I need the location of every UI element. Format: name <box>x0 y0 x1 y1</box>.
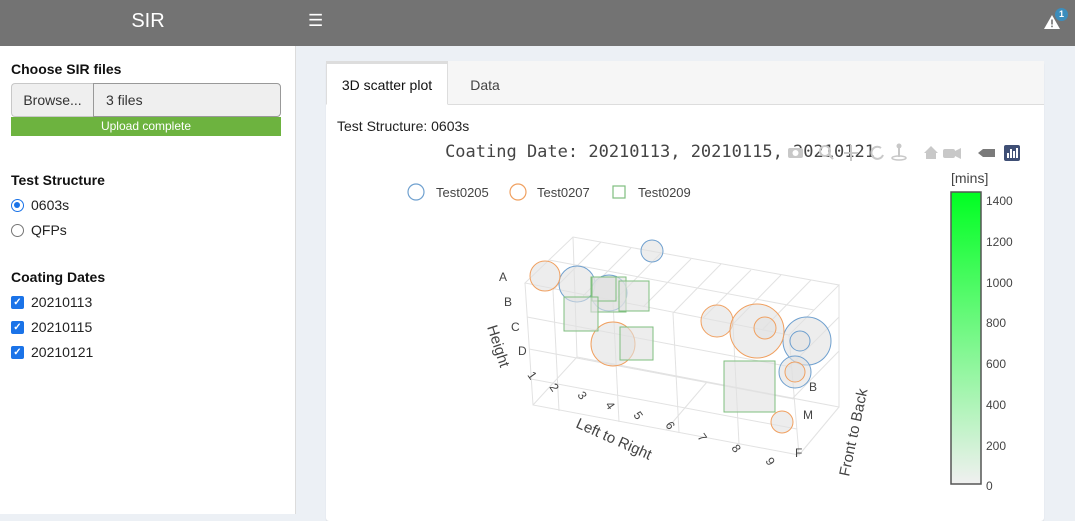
test-structure-label: Test Structure <box>11 172 105 188</box>
x-tick-5: 5 <box>631 409 646 423</box>
marker-test0209[interactable] <box>723 360 776 413</box>
legend: Test0205 Test0207 Test0209 <box>407 183 691 201</box>
hover-icon[interactable] <box>978 149 995 157</box>
x-tick-8: 8 <box>729 442 744 456</box>
colorbar-tick: 1000 <box>986 276 1013 290</box>
axis-y-front-to-back: B M F Front to Back <box>795 380 872 478</box>
legend-label-test0209[interactable]: Test0209 <box>638 185 691 200</box>
y-tick-f: F <box>795 446 802 460</box>
tab-data[interactable]: Data <box>448 61 522 105</box>
upload-progress-bar: Upload complete <box>11 117 281 136</box>
marker-test0209[interactable] <box>618 280 650 312</box>
colorbar-tick: 1400 <box>986 194 1013 208</box>
structure-option-0603s[interactable]: 0603s <box>11 196 69 214</box>
turntable-icon[interactable] <box>891 143 907 161</box>
legend-marker-test0205 <box>407 183 425 201</box>
camera-icon[interactable] <box>788 148 803 158</box>
marker-test0205[interactable] <box>789 330 811 352</box>
coating-dates-label: Coating Dates <box>11 269 106 285</box>
colorbar-title: [mins] <box>951 170 988 186</box>
legend-label-test0205[interactable]: Test0205 <box>436 185 489 200</box>
axis-z-height: A B C D Height <box>483 270 527 370</box>
checkbox-checked[interactable]: ✓ <box>11 345 24 359</box>
colorbar-gradient <box>950 191 982 485</box>
scatter-3d-plot[interactable]: Coating Date: 20210113, 20210115, 202101… <box>337 135 1034 521</box>
date-option-20210113[interactable]: ✓ 20210113 <box>11 293 92 311</box>
date-option-label: 20210115 <box>31 319 93 335</box>
hamburger-icon[interactable]: ☰ <box>308 10 326 32</box>
browse-button[interactable]: Browse... <box>11 83 93 117</box>
tab-3d-scatter-plot[interactable]: 3D scatter plot <box>326 61 448 105</box>
marker-test0207[interactable] <box>753 316 777 340</box>
file-input-label: Choose SIR files <box>11 61 122 77</box>
date-option-label: 20210121 <box>31 344 94 360</box>
test-structure-subtitle: Test Structure: 0603s <box>337 118 470 134</box>
radio-button-selected[interactable] <box>11 198 24 212</box>
app-title: SIR <box>131 10 165 32</box>
radio-button[interactable] <box>11 223 24 237</box>
y-tick-m: M <box>803 408 813 422</box>
structure-option-label: QFPs <box>31 222 67 238</box>
colorbar-tick: 400 <box>986 398 1006 412</box>
plotly-logo-icon[interactable] <box>1004 145 1020 161</box>
z-tick-a: A <box>499 270 507 284</box>
tab-box: 3D scatter plot Data Test Structure: 060… <box>326 61 1044 521</box>
home-icon[interactable] <box>924 146 938 159</box>
x-tick-9: 9 <box>763 455 778 469</box>
upload-status-text: Upload complete <box>100 119 192 133</box>
legend-marker-test0209 <box>612 185 626 199</box>
z-tick-d: D <box>518 344 527 358</box>
colorbar-tick: 800 <box>986 316 1006 330</box>
marker-test0207[interactable] <box>700 304 734 338</box>
x-tick-3: 3 <box>575 389 590 403</box>
z-tick-c: C <box>511 320 520 334</box>
z-tick-b: B <box>504 295 512 309</box>
marker-test0207[interactable] <box>529 260 561 292</box>
z-axis-label: Height <box>483 323 513 370</box>
colorbar-tick: 600 <box>986 357 1006 371</box>
chart-title: Coating Date: 20210113, 20210115, 202101… <box>445 142 875 162</box>
date-option-20210121[interactable]: ✓ 20210121 <box>11 343 93 361</box>
marker-test0207[interactable] <box>770 410 794 434</box>
tab-bar: 3D scatter plot Data <box>326 61 1044 105</box>
colorbar: [mins] 1400 1200 1000 800 600 400 200 0 <box>950 170 1013 493</box>
structure-option-qfps[interactable]: QFPs <box>11 221 67 239</box>
y-tick-b: B <box>809 380 817 394</box>
top-header: SIR ☰ 1 <box>0 0 1075 46</box>
checkbox-checked[interactable]: ✓ <box>11 295 24 309</box>
marker-test0205[interactable] <box>640 239 664 263</box>
colorbar-tick: 1200 <box>986 235 1013 249</box>
structure-option-label: 0603s <box>31 197 70 213</box>
sidebar: Choose SIR files Browse... 3 files Uploa… <box>0 46 296 514</box>
file-name-field[interactable]: 3 files <box>93 83 281 117</box>
marker-test0207[interactable] <box>784 361 806 383</box>
y-axis-label: Front to Back <box>836 387 871 478</box>
x-axis-label: Left to Right <box>573 415 655 464</box>
x-tick-7: 7 <box>695 431 710 445</box>
legend-label-test0207[interactable]: Test0207 <box>537 185 590 200</box>
legend-marker-test0207 <box>509 183 527 201</box>
date-option-label: 20210113 <box>31 294 93 310</box>
marker-test0209[interactable] <box>619 326 654 361</box>
main-content: 3D scatter plot Data Test Structure: 060… <box>297 46 1075 521</box>
colorbar-tick: 0 <box>986 479 993 493</box>
date-option-20210115[interactable]: ✓ 20210115 <box>11 318 92 336</box>
colorbar-tick: 200 <box>986 439 1006 453</box>
camera-view-icon[interactable] <box>943 148 961 159</box>
x-tick-4: 4 <box>603 399 618 413</box>
alert-count-badge: 1 <box>1055 8 1068 21</box>
alert-button[interactable]: 1 <box>1040 8 1068 36</box>
marker-test0209[interactable] <box>563 296 599 332</box>
checkbox-checked[interactable]: ✓ <box>11 320 24 334</box>
